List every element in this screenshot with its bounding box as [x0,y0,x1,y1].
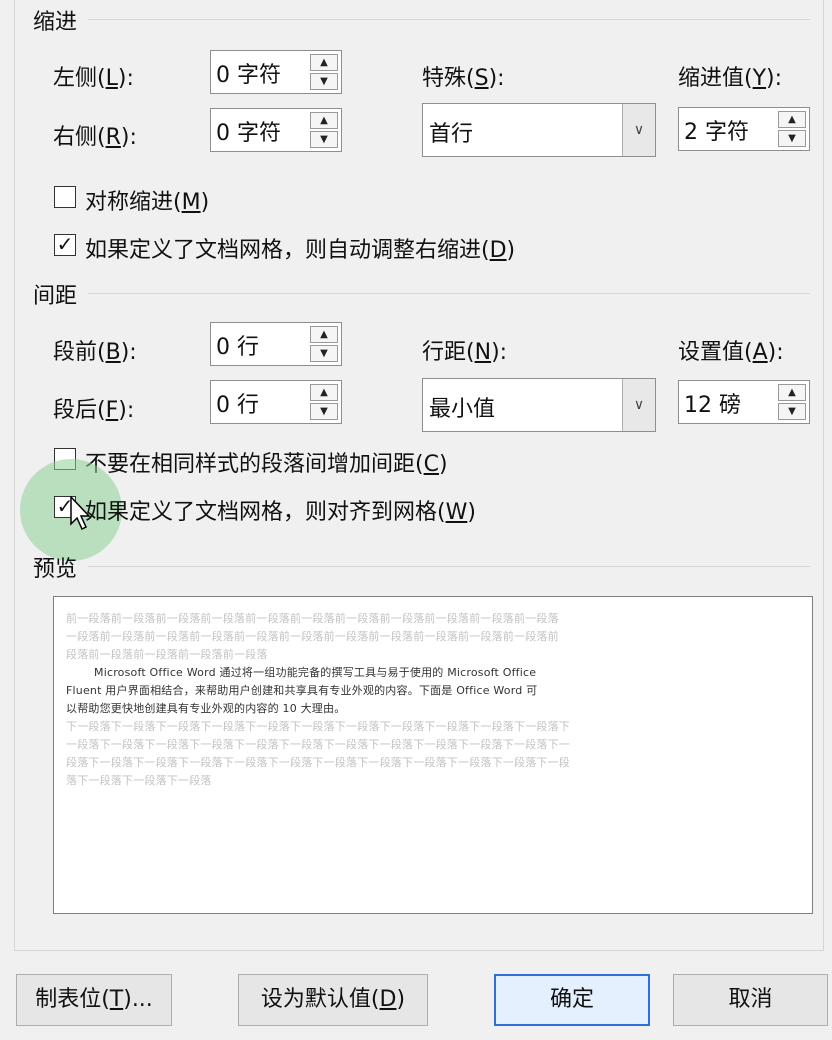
preview-prev-line: 一段落前一段落前一段落前一段落前一段落前一段落前一段落前一段落前一段落前一段落前… [66,630,559,643]
space-before-spinner[interactable]: 0 行 ▲ ▼ [210,322,342,366]
tabs-button[interactable]: 制表位(T)... [16,974,172,1026]
spin-down-icon[interactable]: ▼ [310,73,338,90]
left-indent-label: 左侧(L): [53,66,134,91]
left-indent-spinner[interactable]: 0 字符 ▲ ▼ [210,50,342,94]
chevron-down-icon[interactable]: ∨ [622,104,655,156]
spin-up-icon[interactable]: ▲ [310,384,338,401]
special-select-value: 首行 [429,122,474,147]
special-label: 特殊(S): [422,66,505,91]
mouse-cursor-icon [70,496,91,531]
chevron-down-icon[interactable]: ∨ [622,379,655,431]
indent-value-value[interactable]: 2 字符 [684,114,749,146]
preview-section-title: 预览 [33,557,78,582]
snap-to-grid-label[interactable]: 如果定义了文档网格，则对齐到网格(W) [85,494,476,526]
spacing-at-spinner[interactable]: 12 磅 ▲ ▼ [678,380,810,424]
spin-up-icon[interactable]: ▲ [778,111,806,128]
space-after-value[interactable]: 0 行 [216,387,259,419]
preview-main-line: Fluent 用户界面相结合，来帮助用户创建和共享具有专业外观的内容。下面是 O… [66,684,538,697]
right-indent-spinner[interactable]: 0 字符 ▲ ▼ [210,108,342,152]
indent-section-title: 缩进 [33,10,78,35]
spin-down-icon[interactable]: ▼ [778,403,806,420]
mirror-indent-checkbox[interactable] [54,186,76,208]
dont-add-space-label[interactable]: 不要在相同样式的段落间增加间距(C) [85,446,448,478]
space-after-spinner[interactable]: 0 行 ▲ ▼ [210,380,342,424]
line-spacing-label: 行距(N): [422,340,508,365]
ok-button[interactable]: 确定 [494,974,650,1026]
space-before-label: 段前(B): [53,340,137,365]
spin-down-icon[interactable]: ▼ [310,131,338,148]
auto-adjust-checkbox[interactable]: ✓ [54,234,76,256]
preview-main-line: 以帮助您更快地创建具有专业外观的内容的 10 大理由。 [66,702,346,715]
preview-next-line: 段落下一段落下一段落下一段落下一段落下一段落下一段落下一段落下一段落下一段落下一… [66,756,570,769]
space-after-label: 段后(F): [53,398,135,423]
preview-main-line: Microsoft Office Word 通过将一组功能完备的撰写工具与易于使… [94,666,537,679]
spacing-separator [88,293,810,294]
auto-adjust-label[interactable]: 如果定义了文档网格，则自动调整右缩进(D) [85,232,515,264]
spin-down-icon[interactable]: ▼ [310,345,338,362]
preview-prev-line: 前一段落前一段落前一段落前一段落前一段落前一段落前一段落前一段落前一段落前一段落… [66,612,559,625]
special-select[interactable]: 首行 ∨ [422,103,656,157]
set-default-button[interactable]: 设为默认值(D) [238,974,428,1026]
line-spacing-select-value: 最小值 [429,397,496,422]
spin-up-icon[interactable]: ▲ [310,112,338,129]
spacing-section-title: 间距 [33,284,78,309]
preview-next-line: 下一段落下一段落下一段落下一段落下一段落下一段落下一段落下一段落下一段落下一段落… [66,720,570,733]
indent-value-label: 缩进值(Y): [678,66,783,91]
spacing-at-label: 设置值(A): [678,340,784,365]
preview-next-line: 一段落下一段落下一段落下一段落下一段落下一段落下一段落下一段落下一段落下一段落下… [66,738,570,751]
spin-down-icon[interactable]: ▼ [778,130,806,147]
indent-value-spinner[interactable]: 2 字符 ▲ ▼ [678,107,810,151]
preview-next-line: 落下一段落下一段落下一段落 [66,774,212,787]
spin-up-icon[interactable]: ▲ [310,54,338,71]
spin-up-icon[interactable]: ▲ [310,326,338,343]
preview-prev-line: 段落前一段落前一段落前一段落前一段落 [66,648,268,661]
spacing-at-value[interactable]: 12 磅 [684,387,741,419]
preview-separator [88,566,810,567]
spin-down-icon[interactable]: ▼ [310,403,338,420]
space-before-value[interactable]: 0 行 [216,329,259,361]
right-indent-label: 右侧(R): [53,125,137,150]
mirror-indent-label[interactable]: 对称缩进(M) [85,184,209,216]
spin-up-icon[interactable]: ▲ [778,384,806,401]
left-indent-value[interactable]: 0 字符 [216,57,281,89]
cancel-button[interactable]: 取消 [673,974,828,1026]
right-indent-value[interactable]: 0 字符 [216,115,281,147]
indent-separator [88,19,810,20]
line-spacing-select[interactable]: 最小值 ∨ [422,378,656,432]
